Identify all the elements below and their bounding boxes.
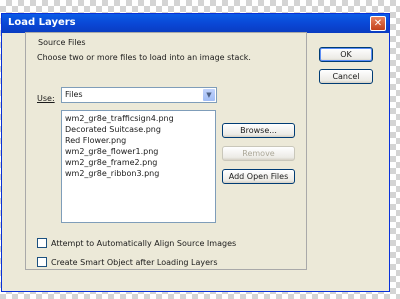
close-icon: ✕ xyxy=(373,18,383,29)
align-checkbox-label[interactable]: Attempt to Automatically Align Source Im… xyxy=(51,239,236,248)
source-files-description: Choose two or more files to load into an… xyxy=(37,53,251,62)
list-item[interactable]: wm2_gr8e_ribbon3.png xyxy=(65,168,212,179)
source-files-legend: Source Files xyxy=(35,38,89,47)
list-item[interactable]: Decorated Suitcase.png xyxy=(65,124,212,135)
chevron-down-icon[interactable]: ▼ xyxy=(203,89,215,101)
add-open-files-button[interactable]: Add Open Files xyxy=(222,169,295,184)
list-item[interactable]: Red Flower.png xyxy=(65,135,212,146)
remove-button[interactable]: Remove xyxy=(222,146,295,161)
align-checkbox[interactable] xyxy=(37,238,47,248)
files-listbox[interactable]: wm2_gr8e_trafficsign4.png Decorated Suit… xyxy=(61,110,216,223)
cancel-button[interactable]: Cancel xyxy=(319,69,373,84)
title-bar[interactable]: Load Layers ✕ xyxy=(2,14,389,33)
use-label: Use: xyxy=(37,94,55,103)
use-select-value: Files xyxy=(65,90,83,99)
use-select[interactable]: Files ▼ xyxy=(61,87,217,103)
list-item[interactable]: wm2_gr8e_flower1.png xyxy=(65,146,212,157)
close-button[interactable]: ✕ xyxy=(370,16,386,31)
dialog-title: Load Layers xyxy=(8,17,76,28)
smart-object-checkbox[interactable] xyxy=(37,257,47,267)
smart-object-checkbox-label[interactable]: Create Smart Object after Loading Layers xyxy=(51,258,218,267)
list-item[interactable]: wm2_gr8e_frame2.png xyxy=(65,157,212,168)
browse-button[interactable]: Browse... xyxy=(222,123,295,138)
list-item[interactable]: wm2_gr8e_trafficsign4.png xyxy=(65,113,212,124)
use-label-text: Use: xyxy=(37,94,55,103)
ok-button[interactable]: OK xyxy=(319,47,373,62)
